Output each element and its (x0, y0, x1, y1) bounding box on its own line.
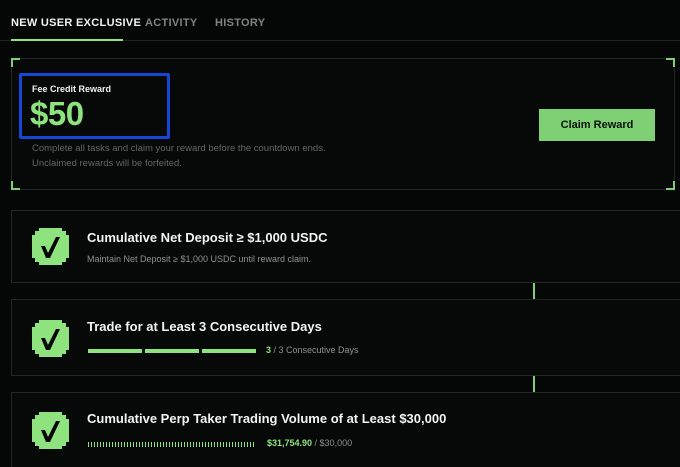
progress-suffix: / $30,000 (312, 438, 353, 448)
progress-current: $31,754.90 (267, 438, 313, 448)
check-badge-icon (32, 412, 69, 449)
tab-new-user-exclusive[interactable]: NEW USER EXCLUSIVE (11, 17, 141, 29)
progress-suffix: / 3 Consecutive Days (271, 345, 359, 355)
volume-progress-bar (88, 442, 256, 447)
active-tab-indicator (11, 39, 123, 41)
task-card-net-deposit: Cumulative Net Deposit ≥ $1,000 USDC Mai… (11, 210, 680, 283)
task-subtitle: Maintain Net Deposit ≥ $1,000 USDC until… (87, 254, 312, 264)
day-segment (88, 349, 142, 353)
check-badge-icon (32, 228, 69, 265)
task-title: Cumulative Perp Taker Trading Volume of … (87, 411, 447, 426)
tab-bar: NEW USER EXCLUSIVE ACTIVITY HISTORY (0, 0, 680, 41)
progress-text: $31,754.90 / $30,000 (267, 438, 352, 448)
task-title: Cumulative Net Deposit ≥ $1,000 USDC (87, 230, 328, 245)
tab-activity[interactable]: ACTIVITY (145, 17, 198, 29)
reward-description: Complete all tasks and claim your reward… (32, 141, 326, 171)
reward-amount: $50 (30, 95, 84, 132)
day-segment (145, 349, 199, 353)
task-connector (533, 283, 535, 299)
reward-card: Fee Credit Reward $50 Complete all tasks… (11, 58, 675, 190)
task-card-trading-volume: Cumulative Perp Taker Trading Volume of … (11, 392, 680, 467)
task-title: Trade for at Least 3 Consecutive Days (87, 319, 322, 334)
corner-bracket (666, 181, 675, 190)
task-connector (533, 376, 535, 392)
tab-history[interactable]: HISTORY (215, 17, 265, 29)
day-segment (202, 349, 256, 353)
task-card-consecutive-days: Trade for at Least 3 Consecutive Days 3 … (11, 299, 680, 376)
corner-bracket (11, 58, 20, 67)
reward-description-line: Unclaimed rewards will be forfeited. (32, 158, 182, 169)
reward-description-line: Complete all tasks and claim your reward… (32, 143, 326, 154)
day-progress-bar (88, 349, 256, 353)
check-badge-icon (32, 320, 69, 357)
progress-text: 3 / 3 Consecutive Days (266, 345, 359, 355)
reward-label: Fee Credit Reward (32, 84, 112, 94)
corner-bracket (666, 58, 675, 67)
corner-bracket (11, 181, 20, 190)
claim-reward-button[interactable]: Claim Reward (539, 109, 655, 141)
